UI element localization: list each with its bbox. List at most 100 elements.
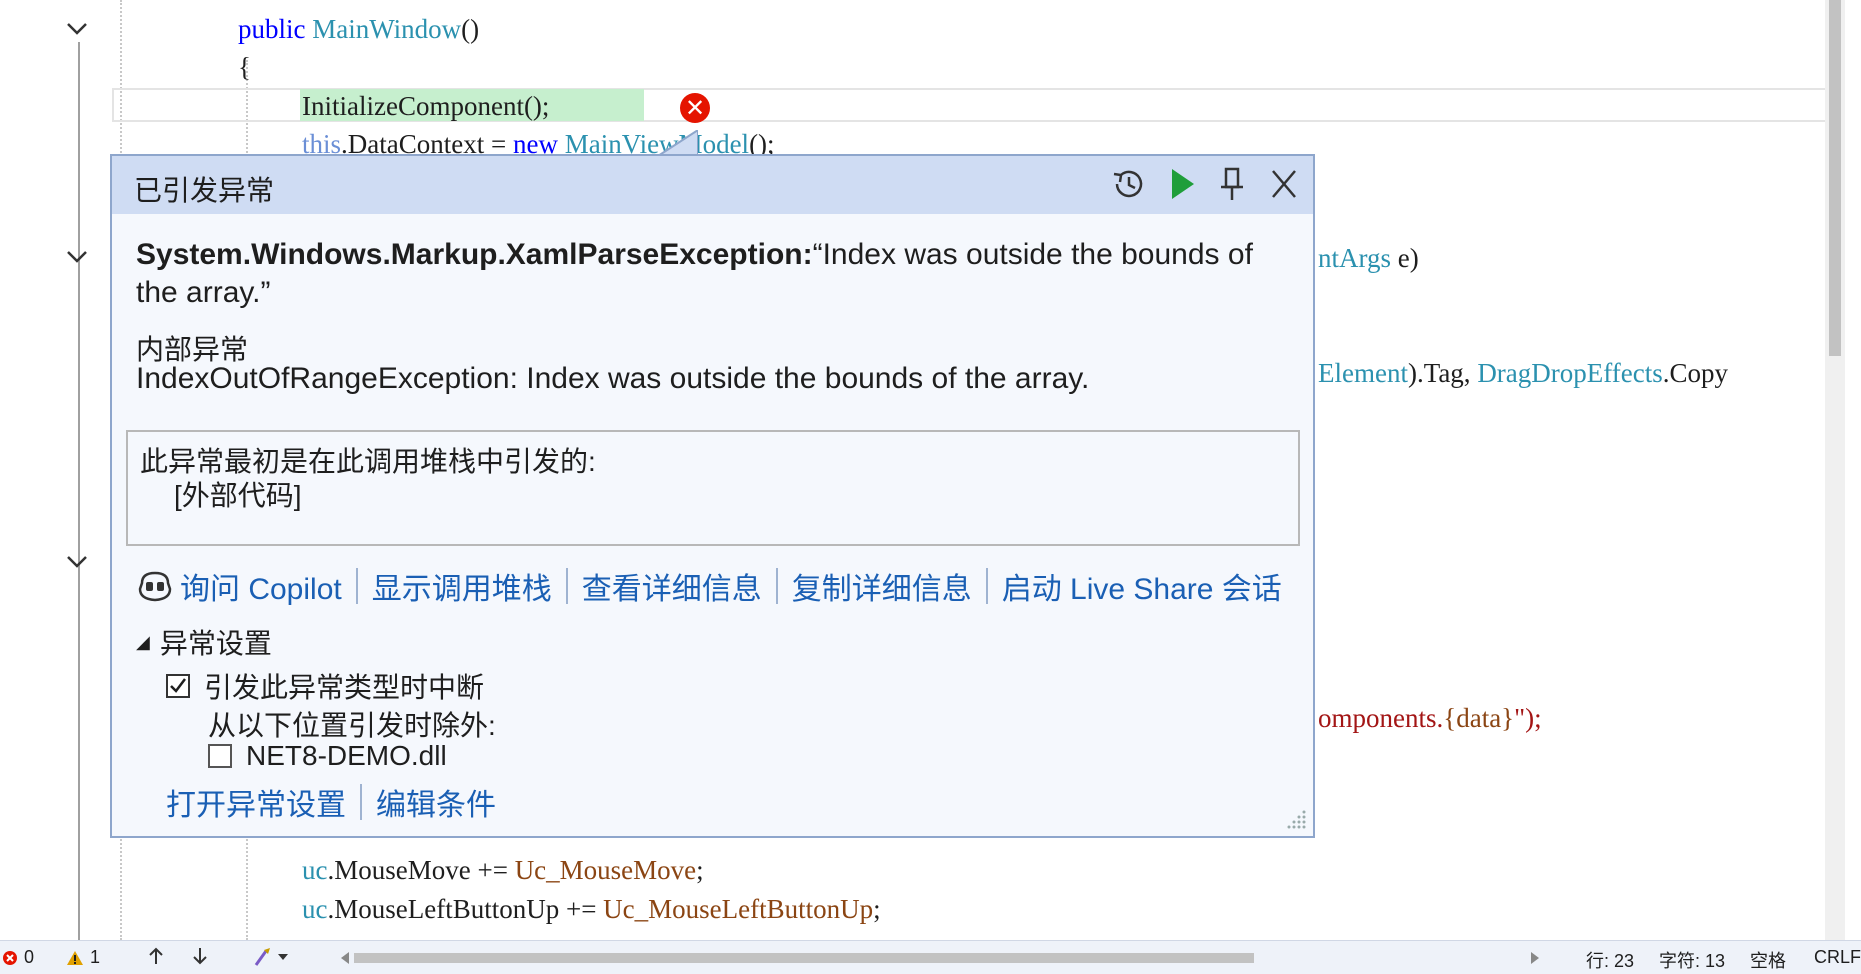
close-icon <box>1272 170 1296 198</box>
break-on-type-row[interactable]: 引发此异常类型时中断 <box>166 666 484 706</box>
code-cleanup-button[interactable] <box>252 947 288 967</box>
line-ending[interactable]: CRLF <box>1814 947 1861 968</box>
collapse-chevron-icon[interactable] <box>66 248 87 266</box>
popup-pointer <box>658 130 698 156</box>
scroll-right-icon[interactable] <box>1530 951 1540 965</box>
keyword: public <box>238 14 306 44</box>
warning-count[interactable]: 1 <box>66 947 100 968</box>
module-exclusion-checkbox[interactable] <box>208 744 232 768</box>
resize-grip-icon[interactable] <box>1285 808 1307 830</box>
break-on-type-checkbox[interactable] <box>166 674 190 698</box>
collapse-chevron-icon[interactable] <box>66 20 87 38</box>
module-name: NET8-DEMO.dll <box>246 740 447 771</box>
action-links: 询问 Copilot 显示调用堆栈 查看详细信息 复制详细信息 启动 Live … <box>136 566 1282 606</box>
collapse-chevron-icon[interactable] <box>66 553 87 571</box>
chevron-down-icon <box>278 954 288 960</box>
code-line: uc.MouseLeftButtonUp += Uc_MouseLeftButt… <box>302 890 881 928</box>
copilot-icon <box>138 571 172 602</box>
code-text: ).Tag, <box>1407 358 1478 388</box>
editor-status-bar: 0 1 行: 23 字符: 13 空格 CRLF <box>0 940 1861 974</box>
pin-icon <box>1221 167 1243 200</box>
break-on-type-label: 引发此异常类型时中断 <box>204 672 485 703</box>
popup-header: 已引发异常 <box>112 156 1313 214</box>
close-button[interactable] <box>1264 166 1304 204</box>
exception-type: System.Windows.Markup.XamlParseException… <box>136 238 813 271</box>
outline-line <box>78 42 80 940</box>
code-text: .Copy <box>1662 358 1729 388</box>
code-line: ntArgs e) <box>1318 239 1419 277</box>
error-count-label: 0 <box>24 947 35 967</box>
identifier: Element <box>1318 358 1408 388</box>
identifier: uc <box>302 894 328 924</box>
scrollbar-thumb[interactable] <box>354 953 1254 963</box>
vertical-scrollbar[interactable] <box>1825 0 1845 940</box>
copy-details-link[interactable]: 复制详细信息 <box>792 564 972 608</box>
code-line: omponents.{data}"); <box>1318 699 1542 737</box>
pin-button[interactable] <box>1212 166 1252 204</box>
arrow-up-icon <box>149 947 163 964</box>
next-issue-button[interactable] <box>192 947 208 965</box>
popup-title: 已引发异常 <box>134 175 275 206</box>
history-button[interactable] <box>1108 166 1148 204</box>
exception-message: System.Windows.Markup.XamlParseException… <box>136 236 1286 312</box>
code-text: { <box>238 52 251 82</box>
ask-copilot-link[interactable]: 询问 Copilot <box>180 564 342 608</box>
code-text: InitializeComponent(); <box>302 91 550 121</box>
exception-settings-header: 异常设置 <box>159 628 272 659</box>
separator <box>775 568 778 604</box>
identifier: DragDropEffects <box>1477 358 1663 388</box>
continue-button[interactable] <box>1162 166 1202 204</box>
horizontal-scrollbar[interactable] <box>340 951 1540 965</box>
identifier: Uc_MouseLeftButtonUp <box>603 894 874 924</box>
separator <box>360 784 362 820</box>
warning-icon <box>67 950 83 965</box>
code-text: .MouseMove += <box>327 855 515 885</box>
identifier: ntArgs <box>1318 243 1392 273</box>
separator <box>985 568 988 604</box>
separator <box>565 568 568 604</box>
view-details-link[interactable]: 查看详细信息 <box>582 564 762 608</box>
code-text: .MouseLeftButtonUp += <box>327 894 604 924</box>
string-interpolation: {data} <box>1443 703 1515 733</box>
code-text: ; <box>873 894 881 924</box>
code-line: public MainWindow() <box>238 10 479 48</box>
previous-issue-button[interactable] <box>148 947 164 965</box>
call-stack-frame[interactable]: [外部代码] <box>174 474 302 514</box>
play-icon <box>1172 169 1194 199</box>
code-text: () <box>461 14 480 44</box>
exception-settings-toggle[interactable]: ◢ 异常设置 <box>136 622 272 662</box>
module-exclusion-row[interactable]: NET8-DEMO.dll <box>208 740 447 772</box>
collapse-triangle-icon: ◢ <box>136 631 150 652</box>
settings-links: 打开异常设置 编辑条件 <box>166 780 496 824</box>
scroll-left-icon[interactable] <box>340 951 350 965</box>
code-text: ; <box>696 855 704 885</box>
error-icon <box>3 950 17 965</box>
code-line: { <box>238 48 251 86</box>
call-stack-box[interactable]: 此异常最初是在此调用堆栈中引发的: [外部代码] <box>126 430 1300 546</box>
cursor-char[interactable]: 字符: 13 <box>1659 947 1725 973</box>
history-icon <box>1113 170 1143 198</box>
live-share-link[interactable]: 启动 Live Share 会话 <box>1002 564 1282 608</box>
error-glyph-icon[interactable]: ✕ <box>680 93 710 123</box>
indent-mode[interactable]: 空格 <box>1750 947 1786 973</box>
code-line: Element).Tag, DragDropEffects.Copy <box>1318 354 1728 392</box>
code-text: e) <box>1391 243 1419 273</box>
exception-helper-popup: 已引发异常 System.Windows.Markup.XamlParseExc… <box>110 154 1315 838</box>
identifier: MainWindow <box>312 14 462 44</box>
identifier: uc <box>302 855 328 885</box>
code-line: uc.MouseMove += Uc_MouseMove; <box>302 851 704 889</box>
string-literal: "); <box>1514 703 1542 733</box>
open-exception-settings-link[interactable]: 打开异常设置 <box>166 780 346 824</box>
cursor-line[interactable]: 行: 23 <box>1586 947 1634 973</box>
error-count[interactable]: 0 <box>2 947 34 968</box>
scrollbar-thumb[interactable] <box>1829 0 1841 356</box>
code-line: InitializeComponent(); <box>302 87 549 125</box>
show-call-stack-link[interactable]: 显示调用堆栈 <box>372 564 552 608</box>
inner-exception-message: IndexOutOfRangeException: Index was outs… <box>136 362 1090 395</box>
identifier: Uc_MouseMove <box>514 855 697 885</box>
warning-count-label: 1 <box>90 947 101 967</box>
arrow-down-icon <box>193 948 207 965</box>
edit-conditions-link[interactable]: 编辑条件 <box>376 780 496 824</box>
separator <box>355 568 358 604</box>
string-literal: omponents. <box>1318 703 1444 733</box>
